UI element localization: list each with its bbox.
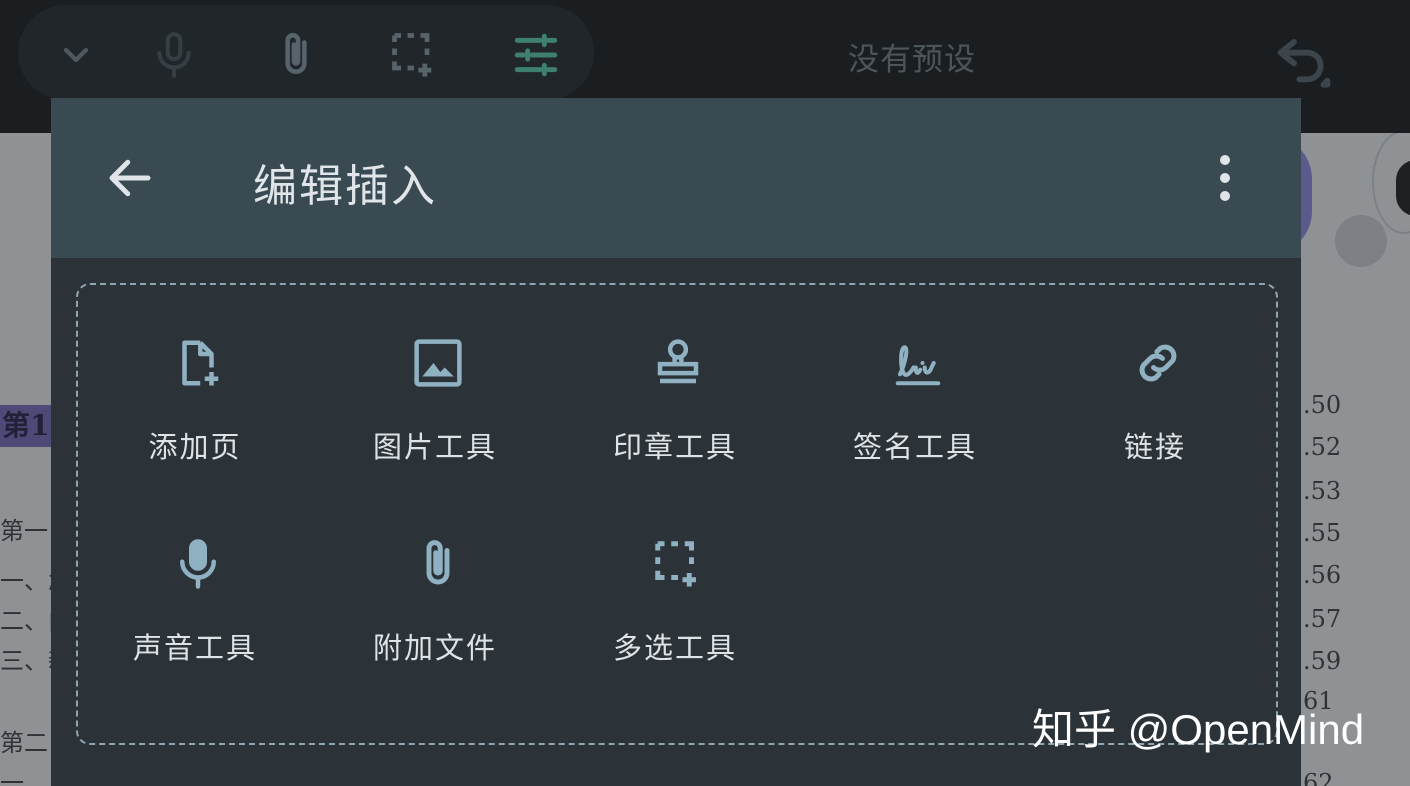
background-page-number: .52 [1303,433,1342,461]
tune-icon[interactable] [508,27,564,83]
background-page-number: .53 [1303,477,1342,505]
background-line: 第二 [0,729,48,757]
background-chapter-label: 第1 [0,405,54,447]
microphone-icon[interactable] [146,27,202,83]
background-page-number: .57 [1303,605,1342,633]
background-page-number: 62 [1303,769,1334,786]
tool-label: 添加页 [148,430,242,464]
stamp-icon [651,336,705,390]
tool-label: 图片工具 [372,430,497,464]
watermark: 知乎 @OpenMind [1032,706,1365,753]
paperclip-icon [411,537,465,591]
background-page-number: .50 [1303,391,1342,419]
tool-multi-select[interactable]: 多选工具 [565,537,785,687]
tool-label: 多选工具 [612,631,737,665]
dialog-title: 编辑插入 [253,161,437,212]
background-line: 第一 [0,517,48,545]
insert-dialog: 编辑插入 添加页 图片工具 印章工具 签名工具 链接 声音工具 附加文件 多选工… [51,98,1301,786]
tool-signature[interactable]: 签名工具 [805,336,1025,486]
tool-label: 链接 [1123,430,1186,464]
tool-image[interactable]: 图片工具 [325,336,545,486]
toolbar-pill [18,5,594,100]
background-line: 一、 [0,769,48,786]
tool-label: 印章工具 [612,430,737,464]
tool-label: 声音工具 [132,631,257,665]
tool-audio[interactable]: 声音工具 [85,537,305,687]
undo-icon[interactable] [1270,26,1334,90]
tool-stamp[interactable]: 印章工具 [565,336,785,486]
background-page-number: .59 [1303,647,1342,675]
tool-label: 附加文件 [372,631,497,665]
select-area-icon[interactable] [386,27,442,83]
signature-icon [891,336,945,390]
link-icon [1131,336,1185,390]
tool-label: 签名工具 [852,430,977,464]
tool-link[interactable]: 链接 [1045,336,1265,486]
chevron-down-icon[interactable] [48,27,104,83]
paperclip-icon[interactable] [268,27,324,83]
background-page-number: .56 [1303,561,1342,589]
preset-label[interactable]: 没有预设 [848,34,976,79]
dialog-header: 编辑插入 [51,98,1301,258]
image-icon [411,336,465,390]
background-decoration [1335,215,1387,267]
tool-add-page[interactable]: 添加页 [85,336,305,486]
multi-select-icon [651,537,705,591]
more-vertical-icon[interactable] [1208,150,1242,206]
add-page-icon [171,336,225,390]
tool-attach-file[interactable]: 附加文件 [325,537,545,687]
arrow-left-icon[interactable] [103,151,157,205]
microphone-icon [171,537,225,591]
background-page-number: .55 [1303,519,1342,547]
